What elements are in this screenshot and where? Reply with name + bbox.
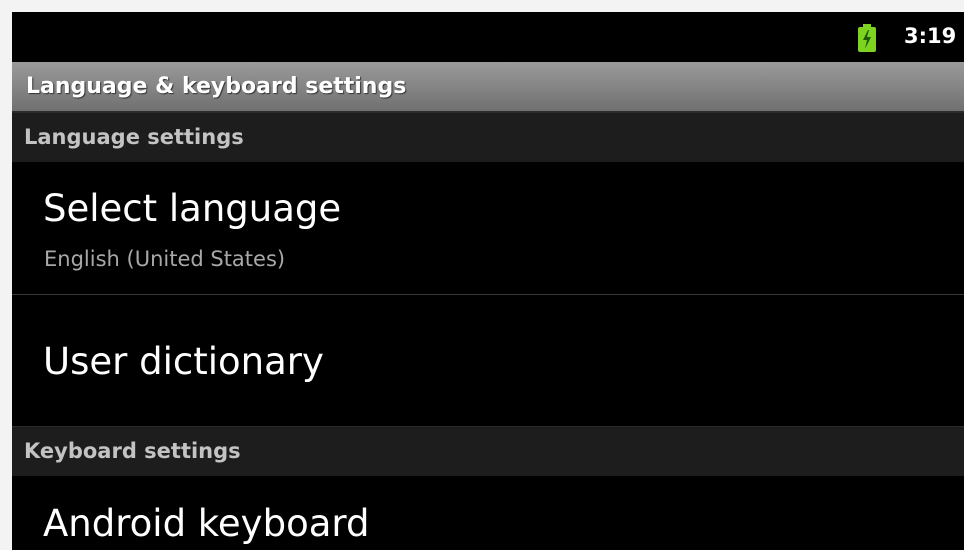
section-header-keyboard-settings: Keyboard settings — [12, 426, 964, 476]
section-header-language-settings: Language settings — [12, 112, 964, 162]
user-dictionary-title: User dictionary — [43, 340, 324, 383]
section-header-label: Keyboard settings — [24, 439, 241, 463]
status-clock: 3:19 — [904, 24, 957, 48]
android-screen: 3:19 Language & keyboard settings Langua… — [12, 12, 964, 550]
section-header-label: Language settings — [24, 125, 244, 149]
select-language-item[interactable]: Select language English (United States) — [12, 162, 964, 294]
select-language-summary: English (United States) — [44, 247, 286, 271]
user-dictionary-item[interactable]: User dictionary — [12, 295, 964, 426]
title-bar: Language & keyboard settings — [12, 62, 964, 112]
page-title: Language & keyboard settings — [26, 74, 407, 99]
select-language-title: Select language — [43, 187, 342, 230]
android-keyboard-title: Android keyboard — [43, 502, 370, 545]
status-bar: 3:19 — [12, 12, 964, 62]
android-keyboard-item[interactable]: Android keyboard — [12, 476, 964, 550]
battery-charging-icon — [858, 24, 876, 52]
